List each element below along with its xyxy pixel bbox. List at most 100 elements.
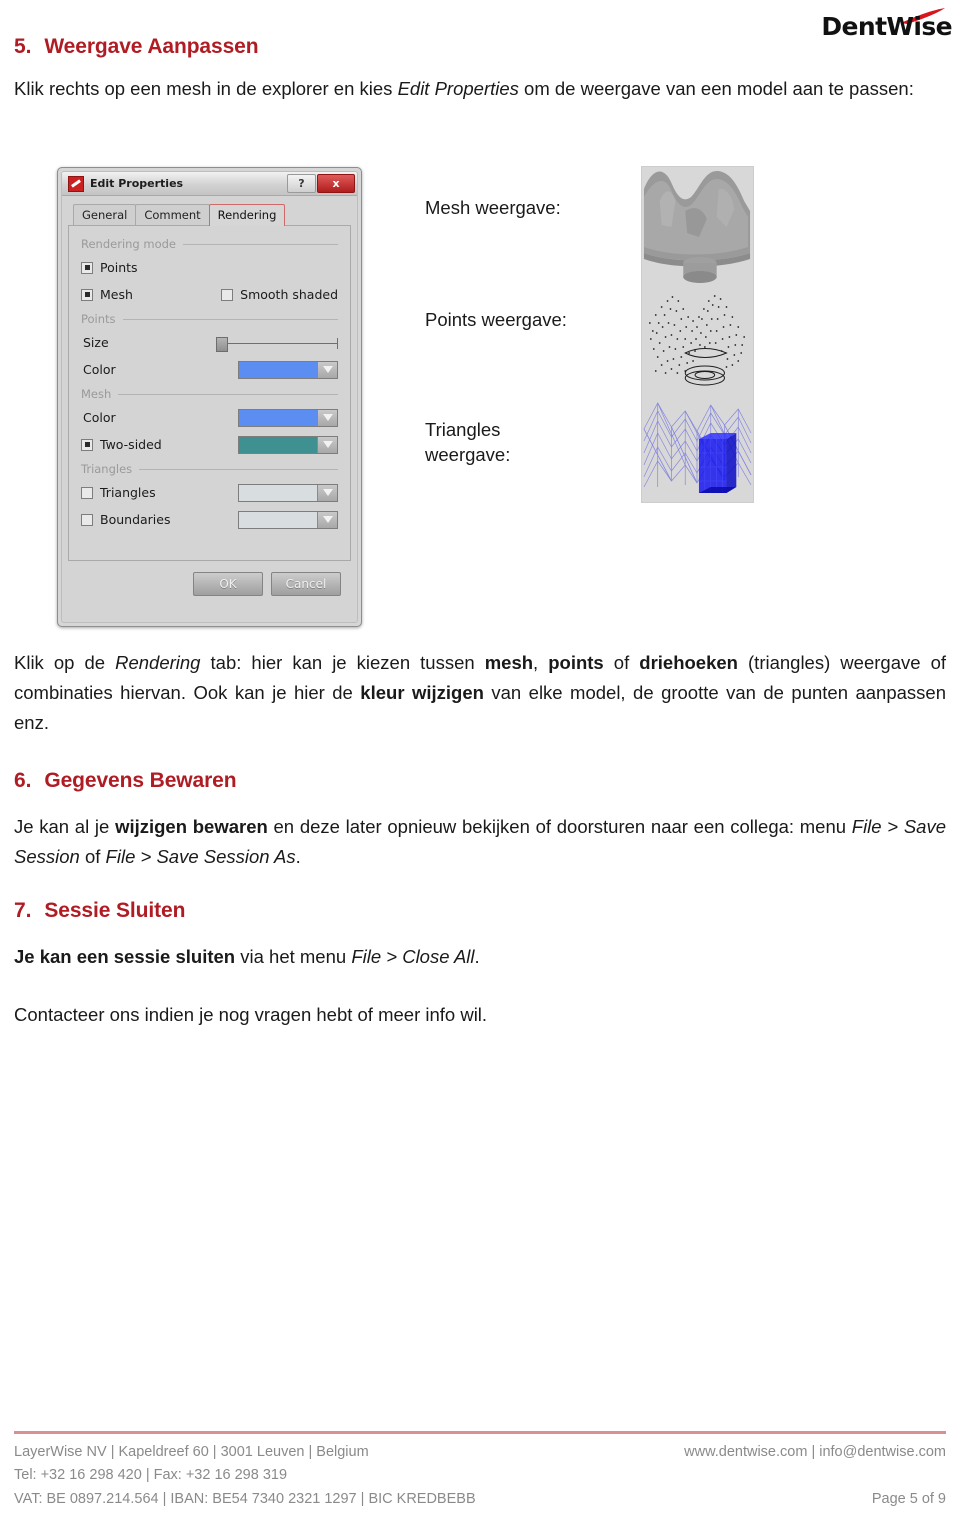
caption-mesh-weergave: Mesh weergave: bbox=[425, 197, 561, 218]
group-label-points: Points bbox=[81, 312, 116, 326]
label-mesh-color: Color bbox=[83, 410, 116, 425]
help-button[interactable]: ? bbox=[287, 174, 316, 193]
triangles-color-swatch bbox=[239, 484, 317, 501]
checkbox-mesh[interactable] bbox=[81, 288, 93, 301]
p3-t2: . bbox=[474, 946, 480, 967]
caption-triangles-line1: Triangles bbox=[425, 419, 501, 440]
p1-bold-kleur-wijzigen: kleur wijzigen bbox=[360, 681, 484, 703]
dialog-tabstrip: General Comment Rendering bbox=[68, 203, 351, 226]
render-triangles-view bbox=[642, 397, 753, 502]
application-icon bbox=[68, 175, 84, 192]
render-preview-strip bbox=[641, 166, 754, 503]
edit-properties-dialog: Edit Properties ? x General Comment Rend… bbox=[57, 167, 362, 627]
checkbox-two-sided[interactable] bbox=[81, 438, 93, 451]
two-sided-color-swatch bbox=[239, 436, 317, 453]
logo-wordmark: DentWise bbox=[821, 12, 952, 41]
group-label-rendering-mode: Rendering mode bbox=[81, 237, 176, 251]
tab-comment[interactable]: Comment bbox=[135, 204, 210, 225]
mesh-color-swatch bbox=[239, 409, 317, 426]
checkbox-points[interactable] bbox=[81, 261, 93, 274]
caption-triangles-weergave: Triangles weergave: bbox=[425, 418, 510, 468]
paragraph-sluiten: Je kan een sessie sluiten via het menu F… bbox=[14, 942, 946, 972]
footer-website: www.dentwise.com | info@dentwise.com bbox=[684, 1443, 946, 1460]
group-points: Points bbox=[81, 312, 338, 326]
chevron-down-icon[interactable] bbox=[317, 361, 337, 378]
chevron-down-icon[interactable] bbox=[317, 484, 337, 501]
two-sided-color-picker[interactable] bbox=[238, 435, 338, 454]
p3-bold-sessie-sluiten: Je kan een sessie sluiten bbox=[14, 946, 236, 967]
dialog-body: General Comment Rendering Rendering mode… bbox=[62, 196, 357, 602]
group-triangles: Triangles bbox=[81, 462, 338, 476]
p1-t1: Klik op de bbox=[14, 652, 116, 673]
point-size-slider[interactable] bbox=[216, 334, 338, 352]
section-7-title: Sessie Sluiten bbox=[44, 899, 186, 922]
slider-knob[interactable] bbox=[216, 336, 228, 352]
label-point-size: Size bbox=[83, 335, 109, 350]
caption-points-weergave: Points weergave: bbox=[425, 309, 567, 330]
p1-t2: tab: hier kan je kiezen tussen bbox=[200, 652, 485, 673]
intro-text-part1: Klik rechts op een mesh in de explorer e… bbox=[14, 78, 398, 99]
chevron-down-icon[interactable] bbox=[317, 511, 337, 528]
p2-t1: Je kan al je bbox=[14, 816, 116, 837]
p2-t4: . bbox=[295, 845, 301, 867]
footer-content: LayerWise NV | Kapeldreef 60 | 3001 Leuv… bbox=[14, 1441, 946, 1511]
label-mesh: Mesh bbox=[100, 287, 133, 302]
dialog-title: Edit Properties bbox=[90, 177, 184, 190]
mesh-render-image bbox=[642, 167, 753, 287]
paragraph-rendering: Klik op de Rendering tab: hier kan je ki… bbox=[14, 648, 946, 738]
render-mesh-view bbox=[642, 167, 753, 287]
section-5-title: Weergave Aanpassen bbox=[44, 35, 259, 58]
paragraph-bewaren: Je kan al je wijzigen bewaren en deze la… bbox=[14, 812, 946, 872]
footer-phone-line: Tel: +32 16 298 420 | Fax: +32 16 298 31… bbox=[14, 1467, 288, 1484]
mesh-color-picker[interactable] bbox=[238, 408, 338, 427]
row-two-sided: Two-sided bbox=[81, 431, 338, 458]
caption-triangles-line2: weergave: bbox=[425, 443, 511, 465]
intro-edit-properties: Edit Properties bbox=[397, 78, 519, 99]
rendering-panel: Rendering mode Points Mesh Smooth shaded bbox=[68, 225, 351, 561]
chevron-down-icon[interactable] bbox=[317, 436, 337, 453]
dialog-frame: Edit Properties ? x General Comment Rend… bbox=[61, 171, 358, 623]
group-mesh: Mesh bbox=[81, 387, 338, 401]
checkbox-smooth-shaded[interactable] bbox=[221, 288, 234, 301]
label-smooth-shaded: Smooth shaded bbox=[240, 287, 338, 302]
cancel-button[interactable]: Cancel bbox=[271, 572, 341, 596]
section-6-number: 6. bbox=[14, 769, 32, 792]
figure-zone: Edit Properties ? x General Comment Rend… bbox=[0, 160, 960, 640]
row-mesh-mode: Mesh Smooth shaded bbox=[81, 281, 338, 308]
group-divider bbox=[122, 318, 338, 320]
close-button[interactable]: x bbox=[317, 174, 355, 193]
section-6-title: Gegevens Bewaren bbox=[44, 769, 237, 792]
group-rendering-mode: Rendering mode bbox=[81, 237, 338, 251]
row-mesh-color: Color bbox=[81, 404, 338, 431]
boundaries-color-swatch bbox=[239, 511, 317, 528]
dentwise-logo: DentWise bbox=[782, 6, 953, 46]
checkbox-boundaries[interactable] bbox=[81, 513, 93, 526]
footer-divider bbox=[14, 1430, 946, 1434]
point-color-picker[interactable] bbox=[238, 360, 338, 379]
group-divider bbox=[139, 468, 338, 470]
checkbox-triangles[interactable] bbox=[81, 486, 93, 499]
p1-bold-points: points bbox=[548, 652, 604, 673]
points-render-image bbox=[642, 287, 753, 397]
p1-t4: of bbox=[603, 652, 640, 673]
tab-rendering[interactable]: Rendering bbox=[208, 204, 286, 226]
p2-t3: of bbox=[79, 845, 106, 867]
row-points-mode: Points bbox=[81, 254, 338, 281]
group-divider bbox=[118, 393, 338, 395]
tab-general[interactable]: General bbox=[73, 204, 137, 225]
group-label-triangles: Triangles bbox=[81, 462, 133, 476]
point-color-swatch bbox=[239, 361, 317, 378]
dialog-titlebar: Edit Properties ? x bbox=[62, 172, 357, 196]
ok-button[interactable]: OK bbox=[193, 572, 263, 596]
row-point-size: Size bbox=[81, 329, 338, 356]
page-title-section-6: 6. Gegevens Bewaren bbox=[14, 768, 237, 793]
page-title-section-5: 5. Weergave Aanpassen bbox=[14, 34, 259, 59]
boundaries-color-picker[interactable] bbox=[238, 510, 338, 529]
chevron-down-icon[interactable] bbox=[317, 409, 337, 426]
section-5-number: 5. bbox=[14, 35, 32, 58]
triangles-color-picker[interactable] bbox=[238, 483, 338, 502]
label-boundaries: Boundaries bbox=[100, 512, 171, 527]
intro-text-part2: om de weergave van een model aan te pass… bbox=[518, 78, 914, 99]
row-point-color: Color bbox=[81, 356, 338, 383]
section-7-number: 7. bbox=[14, 899, 32, 922]
